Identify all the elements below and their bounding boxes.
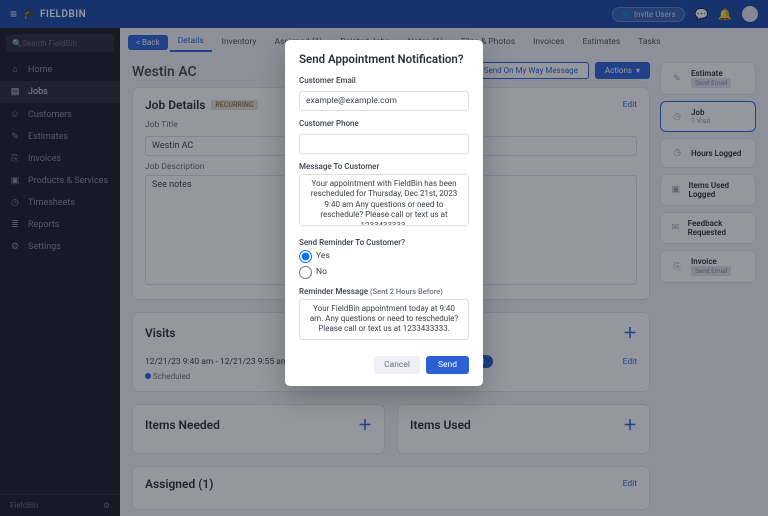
cancel-button[interactable]: Cancel — [374, 356, 420, 374]
reminder-message-label: Reminder Message (Sent 2 Hours Before) — [299, 287, 469, 296]
modal-title: Send Appointment Notification? — [299, 52, 469, 66]
customer-email-input[interactable] — [299, 91, 469, 111]
reminder-message-textarea[interactable]: Your FieldBin appointment today at 9:40 … — [299, 299, 469, 340]
customer-phone-input[interactable] — [299, 134, 469, 154]
modal-overlay[interactable]: Send Appointment Notification? Customer … — [0, 0, 768, 516]
send-button[interactable]: Send — [426, 356, 469, 374]
send-reminder-label: Send Reminder To Customer? — [299, 238, 469, 247]
reminder-no-radio[interactable]: No — [299, 266, 469, 279]
customer-phone-label: Customer Phone — [299, 119, 469, 128]
customer-email-label: Customer Email — [299, 76, 469, 85]
send-notification-modal: Send Appointment Notification? Customer … — [285, 40, 483, 386]
message-textarea[interactable]: Your appointment with FieldBin has been … — [299, 174, 469, 226]
message-label: Message To Customer — [299, 162, 469, 171]
reminder-yes-radio[interactable]: Yes — [299, 250, 469, 263]
